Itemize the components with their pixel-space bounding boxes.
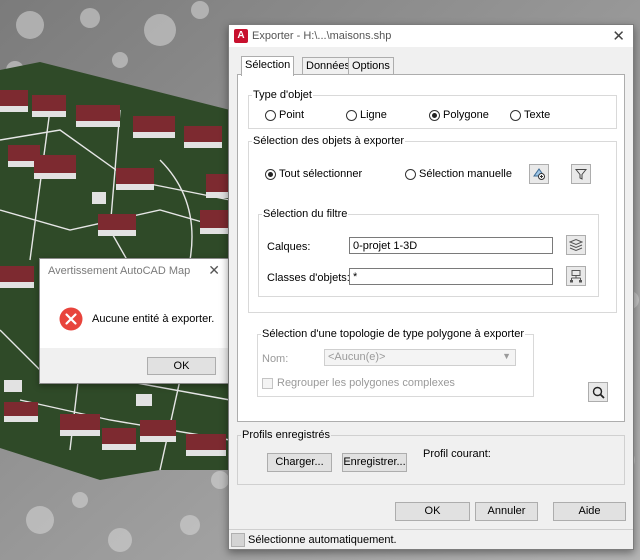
- radio-manual-selection-label: Sélection manuelle: [419, 168, 512, 180]
- radio-manual-selection-circle[interactable]: [405, 168, 416, 180]
- warning-ok-button[interactable]: OK: [147, 357, 216, 375]
- layers-picker-button[interactable]: [566, 235, 586, 255]
- autocad-app-icon: A: [234, 29, 248, 43]
- radio-point[interactable]: Point: [265, 109, 304, 121]
- topology-label: Sélection d'une topologie de type polygo…: [261, 328, 526, 340]
- warning-dialog-title: Avertissement AutoCAD Map: [48, 265, 191, 277]
- radio-point-label: Point: [279, 109, 305, 121]
- warning-dialog: Avertissement AutoCAD Map ✕ Aucune entit…: [39, 258, 229, 384]
- ok-button[interactable]: OK: [395, 502, 470, 521]
- layers-input[interactable]: [349, 237, 553, 254]
- status-icon: [231, 533, 245, 547]
- radio-polygone-label: Polygone: [443, 109, 489, 121]
- status-bar: Sélectionne automatiquement.: [229, 529, 633, 549]
- group-polygons-checkbox[interactable]: Regrouper les polygones complexes: [262, 377, 455, 389]
- group-polygons-label: Regrouper les polygones complexes: [277, 377, 455, 389]
- filter-group: Sélection du filtre Calques: Classes d'o…: [258, 208, 599, 297]
- radio-ligne[interactable]: Ligne: [346, 109, 387, 121]
- topology-name-select[interactable]: <Aucun(e)> ▼: [324, 349, 516, 366]
- object-classes-picker-button[interactable]: [566, 266, 586, 286]
- funnel-icon: [575, 169, 587, 180]
- error-icon: [59, 307, 83, 331]
- select-objects-icon: [533, 168, 545, 180]
- group-polygons-checkbox-box[interactable]: [262, 377, 273, 389]
- radio-point-circle[interactable]: [265, 109, 276, 121]
- radio-texte-circle[interactable]: [510, 109, 521, 121]
- quick-select-button[interactable]: [529, 164, 549, 184]
- radio-select-all-circle[interactable]: [265, 168, 276, 180]
- cancel-button[interactable]: Annuler: [475, 502, 538, 521]
- object-class-icon: [570, 270, 582, 283]
- current-profile-label: Profil courant:: [423, 448, 491, 460]
- topology-name-value: <Aucun(e)>: [328, 351, 386, 363]
- radio-select-all[interactable]: Tout sélectionner: [265, 168, 362, 180]
- title-bar[interactable]: A Exporter - H:\...\maisons.shp ✕: [229, 25, 633, 47]
- radio-ligne-circle[interactable]: [346, 109, 357, 121]
- radio-polygone[interactable]: Polygone: [429, 109, 489, 121]
- object-classes-input[interactable]: [349, 268, 553, 285]
- object-type-label: Type d'objet: [252, 89, 313, 101]
- close-icon[interactable]: ✕: [208, 262, 220, 279]
- close-icon[interactable]: ✕: [612, 27, 625, 45]
- window-title: Exporter - H:\...\maisons.shp: [252, 30, 392, 42]
- help-button[interactable]: Aide: [553, 502, 626, 521]
- magnifier-icon: [592, 386, 605, 399]
- profiles-label: Profils enregistrés: [241, 429, 332, 441]
- radio-select-all-label: Tout sélectionner: [279, 168, 363, 180]
- tab-donnees[interactable]: Données: [302, 57, 355, 75]
- topology-group: Sélection d'une topologie de type polygo…: [257, 328, 534, 397]
- object-selection-label: Sélection des objets à exporter: [252, 135, 406, 147]
- warning-dialog-footer: OK: [40, 348, 228, 383]
- filter-label: Sélection du filtre: [262, 208, 349, 220]
- save-profile-button[interactable]: Enregistrer...: [342, 453, 407, 472]
- radio-polygone-circle[interactable]: [429, 109, 440, 121]
- load-profile-button[interactable]: Charger...: [267, 453, 332, 472]
- export-dialog: A Exporter - H:\...\maisons.shp ✕ Sélect…: [228, 24, 634, 550]
- object-classes-label: Classes d'objets:: [267, 272, 350, 284]
- radio-texte[interactable]: Texte: [510, 109, 550, 121]
- profiles-group: Profils enregistrés Charger... Enregistr…: [237, 429, 625, 485]
- radio-texte-label: Texte: [524, 109, 551, 121]
- warning-message: Aucune entité à exporter.: [92, 313, 215, 325]
- tab-selection[interactable]: Sélection: [241, 56, 295, 76]
- topology-name-label: Nom:: [262, 353, 289, 365]
- object-type-group: Type d'objet Point Ligne Polygone Texte: [248, 89, 617, 129]
- filter-button[interactable]: [571, 164, 591, 184]
- layers-icon: [569, 238, 583, 252]
- status-text: Sélectionne automatiquement.: [248, 534, 397, 546]
- zoom-button[interactable]: [588, 382, 608, 402]
- radio-ligne-label: Ligne: [360, 109, 387, 121]
- layers-label: Calques:: [267, 241, 311, 253]
- tab-options[interactable]: Options: [348, 57, 394, 75]
- radio-manual-selection[interactable]: Sélection manuelle: [405, 168, 512, 180]
- selection-tab-panel: Type d'objet Point Ligne Polygone Texte …: [237, 74, 625, 422]
- object-selection-group: Sélection des objets à exporter Tout sél…: [248, 135, 617, 313]
- chevron-down-icon: ▼: [502, 351, 511, 361]
